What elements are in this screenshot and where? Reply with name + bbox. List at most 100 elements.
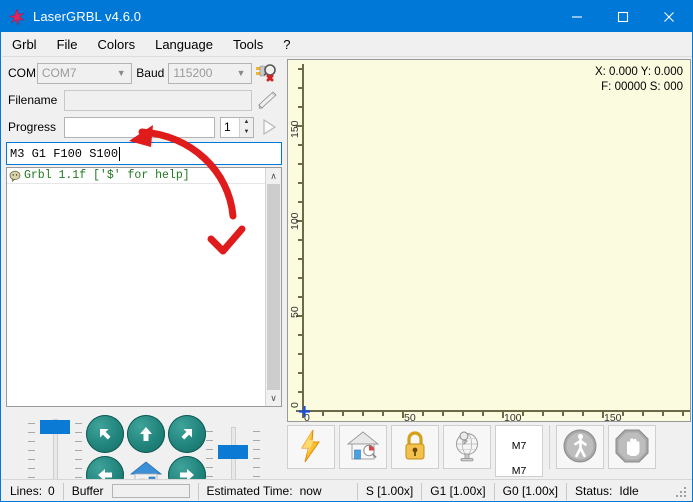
maximize-button[interactable]	[600, 1, 646, 32]
console-line: Grbl 1.1f ['$' for help]	[7, 168, 265, 184]
menu-item-file[interactable]: File	[47, 33, 88, 56]
chevron-down-icon: ▼	[116, 68, 126, 78]
graph-canvas[interactable]: X: 0.000 Y: 0.000 F: 00000 S: 000 0 50 1…	[288, 60, 690, 421]
jog-up-button[interactable]	[127, 415, 165, 453]
machine-toolbar: M7 M7	[287, 425, 691, 478]
console-panel[interactable]: Grbl 1.1f ['$' for help] ∧ ∨	[6, 167, 282, 407]
status-value: Idle	[619, 484, 639, 498]
x-axis-line	[302, 410, 690, 412]
left-control-panel: COM COM7 ▼ Baud 115200 ▼ Filename Progre…	[2, 57, 285, 501]
lines-label: Lines:	[10, 484, 43, 498]
menu-item-colors[interactable]: Colors	[88, 33, 146, 56]
origin-crosshair-marker	[299, 406, 310, 417]
repeat-count-value: 1	[224, 120, 231, 134]
walking-person-icon	[562, 428, 598, 467]
stop-button[interactable]	[608, 425, 656, 469]
lasergrbl-window: LaserGRBL v4.6.0 Grbl File Colors Langua…	[0, 0, 693, 502]
unlock-lightning-button[interactable]	[287, 425, 335, 469]
coordinate-fs: F: 00000 S: 000	[601, 81, 683, 93]
console-scrollbar[interactable]: ∧ ∨	[265, 168, 281, 406]
console-line-text: Grbl 1.1f ['$' for help]	[24, 169, 190, 182]
estimated-time-label: Estimated Time:	[206, 484, 293, 498]
menu-item-help[interactable]: ?	[273, 33, 300, 56]
close-button[interactable]	[646, 1, 692, 32]
menu-bar: Grbl File Colors Language Tools ?	[2, 32, 692, 57]
progress-row: Progress 1 ▲ ▼	[8, 115, 280, 139]
filename-field[interactable]	[64, 89, 252, 111]
m7-top-label: M7	[511, 439, 527, 452]
x-axis-label-150: 150	[604, 412, 622, 421]
lasergrbl-star-icon	[8, 7, 26, 26]
stepper-up-icon[interactable]: ▲	[240, 117, 253, 127]
coordinate-readout: X: 0.000 Y: 0.000 F: 00000 S: 000	[595, 65, 683, 95]
menu-item-tools[interactable]: Tools	[223, 33, 273, 56]
globe-pin-icon	[451, 430, 483, 465]
slider-thumb[interactable]	[40, 420, 70, 434]
lightning-bolt-icon	[296, 429, 326, 466]
com-port-select[interactable]: COM7 ▼	[36, 62, 133, 84]
lock-button[interactable]	[391, 425, 439, 469]
jog-mode-button[interactable]	[556, 425, 604, 469]
baud-rate-select[interactable]: 115200 ▼	[168, 62, 253, 84]
padlock-icon	[402, 430, 428, 465]
text-caret	[119, 146, 121, 161]
repeat-count-stepper[interactable]: 1 ▲ ▼	[220, 116, 254, 138]
jog-up-left-button[interactable]	[86, 415, 124, 453]
y-axis-label-150: 150	[289, 120, 301, 138]
scroll-down-icon[interactable]: ∨	[266, 390, 282, 406]
chevron-down-icon: ▼	[236, 68, 246, 78]
minimize-button[interactable]	[554, 1, 600, 32]
m7-button[interactable]: M7 M7	[495, 425, 543, 477]
lines-status: Lines: 0	[2, 480, 63, 502]
progress-label: Progress	[8, 120, 57, 134]
x-axis-label-50: 50	[404, 412, 416, 421]
status-label: Status:	[574, 484, 613, 498]
preview-graph-panel[interactable]: X: 0.000 Y: 0.000 F: 00000 S: 000 0 50 1…	[287, 59, 691, 422]
message-bubble-icon	[9, 170, 21, 182]
progress-bar	[64, 116, 215, 138]
buffer-status: Buffer	[64, 480, 198, 502]
command-input-value: M3 G1 F100 S100	[10, 146, 119, 161]
slider-thumb[interactable]	[218, 445, 248, 459]
toolbar-separator	[549, 425, 550, 469]
y-axis-label-50: 50	[289, 306, 301, 318]
baud-rate-value: 115200	[173, 66, 213, 80]
buffer-label: Buffer	[71, 484, 104, 498]
machine-status: Status: Idle	[567, 480, 647, 502]
status-bar: Lines: 0 Buffer Estimated Time: now S [1…	[2, 479, 692, 502]
s-override-status[interactable]: S [1.00x]	[358, 480, 421, 502]
coordinate-xy: X: 0.000 Y: 0.000	[594, 66, 683, 78]
stop-hand-icon	[614, 428, 650, 467]
g0-override-status[interactable]: G0 [1.00x]	[495, 480, 566, 502]
m7-bottom-label: M7	[511, 465, 527, 476]
com-port-value: COM7	[41, 66, 77, 80]
stepper-down-icon[interactable]: ▼	[240, 127, 253, 137]
title-bar: LaserGRBL v4.6.0	[1, 1, 692, 32]
console-output: Grbl 1.1f ['$' for help]	[7, 168, 265, 406]
play-run-icon[interactable]	[258, 116, 280, 138]
connect-plug-disconnected-icon[interactable]	[254, 61, 280, 85]
command-input[interactable]: M3 G1 F100 S100	[6, 142, 282, 165]
filename-label: Filename	[8, 93, 58, 107]
resize-grip[interactable]	[674, 483, 690, 499]
lines-value: 0	[48, 484, 55, 498]
home-button[interactable]	[339, 425, 387, 469]
open-file-pencil-icon[interactable]	[256, 89, 280, 111]
menu-item-language[interactable]: Language	[145, 33, 223, 56]
estimated-time-status: Estimated Time: now	[199, 480, 330, 502]
menu-item-grbl[interactable]: Grbl	[2, 33, 47, 56]
set-zero-button[interactable]	[443, 425, 491, 469]
scroll-up-icon[interactable]: ∧	[266, 168, 282, 184]
g1-override-status[interactable]: G1 [1.00x]	[422, 480, 493, 502]
home-search-icon	[346, 430, 380, 465]
y-axis-line	[302, 64, 304, 412]
filename-row: Filename	[8, 88, 280, 112]
scrollbar-thumb[interactable]	[267, 184, 280, 390]
jog-up-right-button[interactable]	[168, 415, 206, 453]
x-axis-label-100: 100	[504, 412, 522, 421]
window-title: LaserGRBL v4.6.0	[33, 9, 142, 24]
com-label: COM	[8, 66, 36, 80]
stepper-buttons[interactable]: ▲ ▼	[239, 117, 253, 137]
y-axis-label-100: 100	[289, 212, 301, 230]
connection-row: COM COM7 ▼ Baud 115200 ▼	[8, 61, 280, 85]
